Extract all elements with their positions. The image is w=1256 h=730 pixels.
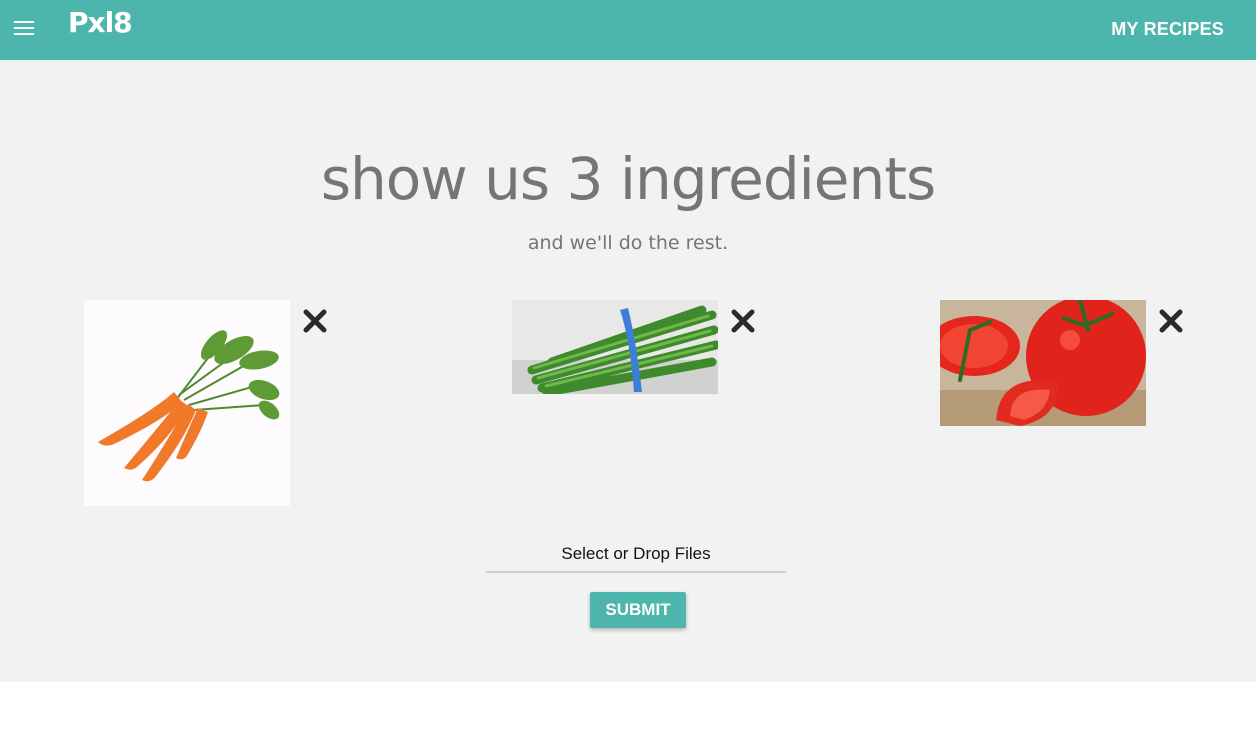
ingredient-image-asparagus	[512, 300, 718, 394]
close-icon	[1159, 309, 1183, 333]
main-content: show us 3 ingredients and we'll do the r…	[0, 60, 1256, 682]
page-subtitle: and we'll do the rest.	[527, 232, 729, 254]
remove-asparagus-button[interactable]	[731, 309, 755, 333]
page-title: show us 3 ingredients	[320, 145, 936, 213]
file-upload-field[interactable]: Select or Drop Files	[486, 544, 786, 573]
ingredient-image-carrots	[84, 300, 290, 506]
brand-logo[interactable]: Pxl8	[68, 6, 133, 39]
remove-tomatoes-button[interactable]	[1159, 309, 1183, 333]
remove-carrots-button[interactable]	[303, 309, 327, 333]
submit-button[interactable]: SUBMIT	[590, 592, 686, 628]
my-recipes-link[interactable]: MY RECIPES	[1111, 19, 1224, 40]
close-icon	[303, 309, 327, 333]
hamburger-menu-icon[interactable]	[14, 20, 34, 36]
top-navbar: Pxl8 MY RECIPES	[0, 0, 1256, 60]
close-icon	[731, 309, 755, 333]
ingredient-image-tomatoes	[940, 300, 1146, 426]
